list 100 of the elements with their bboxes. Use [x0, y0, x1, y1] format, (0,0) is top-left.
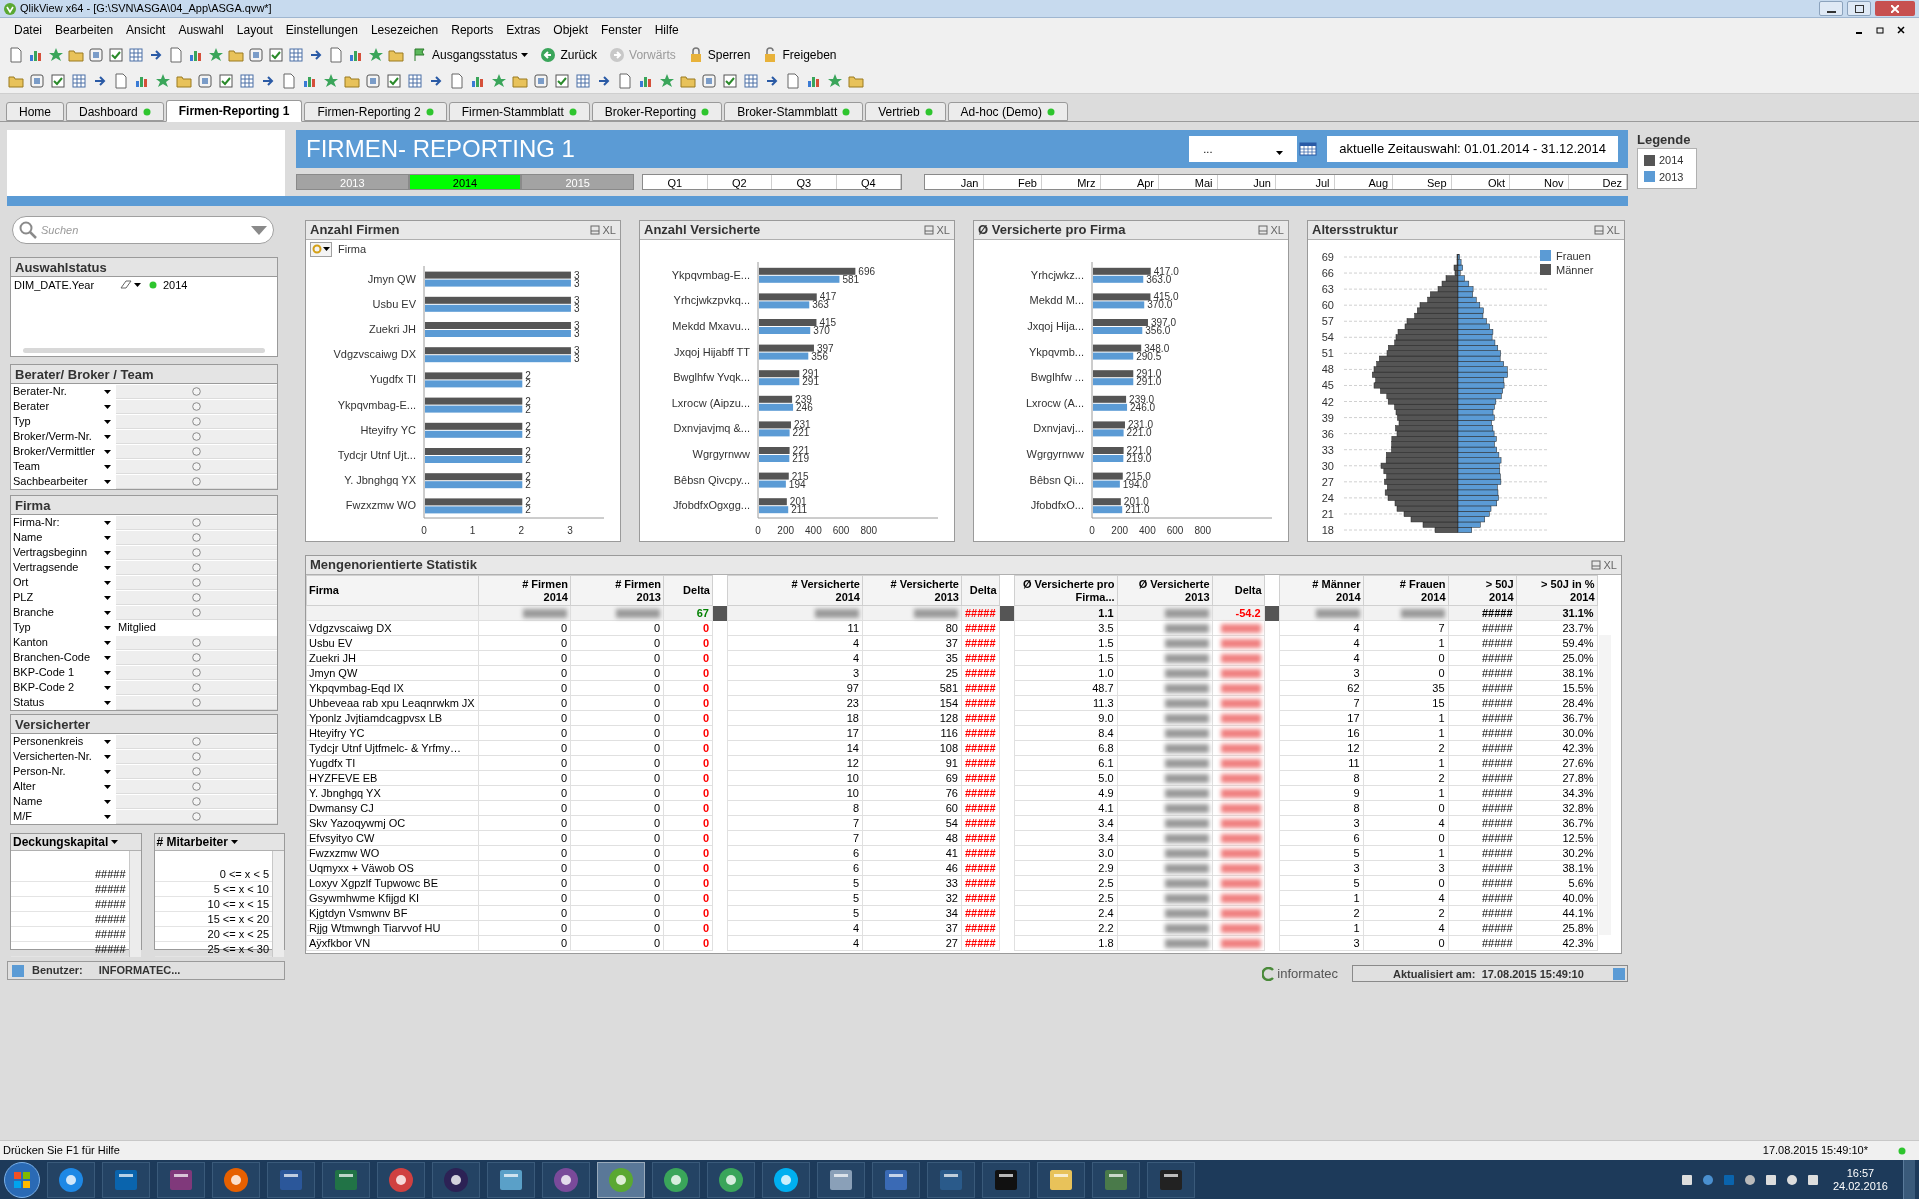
show-desktop-button[interactable]: [1903, 1160, 1915, 1199]
field-value-box[interactable]: [116, 695, 277, 710]
restore-icon[interactable]: [1876, 25, 1884, 35]
column-header[interactable]: # Männer 2014: [1279, 575, 1364, 606]
excel-export-button[interactable]: XL: [936, 221, 950, 239]
column-header[interactable]: # Versicherte 2014: [727, 575, 863, 606]
square-icon[interactable]: [248, 47, 264, 63]
month-button[interactable]: Apr: [1100, 175, 1159, 189]
field-value-box[interactable]: [116, 779, 277, 794]
quarter-button[interactable]: Q2: [707, 175, 772, 189]
star-icon[interactable]: [368, 47, 384, 63]
field-value-box[interactable]: [116, 734, 277, 749]
square-icon[interactable]: [533, 72, 549, 89]
menu-item[interactable]: Reports: [451, 21, 494, 39]
tab[interactable]: Dashboard: [66, 102, 164, 121]
month-button[interactable]: Okt: [1451, 175, 1510, 189]
menu-item[interactable]: Datei: [14, 21, 42, 39]
search-field[interactable]: Suchen: [12, 216, 274, 244]
grid-icon[interactable]: [239, 72, 255, 89]
star-icon[interactable]: [827, 72, 843, 89]
month-button[interactable]: Mai: [1159, 175, 1218, 189]
check-icon[interactable]: [554, 72, 570, 89]
tab[interactable]: Firmen-Reporting 1: [165, 100, 303, 122]
field-value-box[interactable]: [116, 764, 277, 779]
field-value-box[interactable]: [116, 399, 277, 414]
column-header[interactable]: Firma: [306, 575, 479, 606]
taskbar-button[interactable]: [267, 1161, 315, 1198]
square-icon[interactable]: [88, 47, 104, 63]
square-icon[interactable]: [29, 72, 45, 89]
taskbar-button[interactable]: [542, 1161, 590, 1198]
column-header[interactable]: > 50J in % 2014: [1516, 575, 1598, 606]
close-button[interactable]: [1875, 1, 1915, 16]
field-value-box[interactable]: [116, 809, 277, 824]
field-value-box[interactable]: [116, 590, 277, 605]
grid-icon[interactable]: [71, 72, 87, 89]
quarter-button[interactable]: Q4: [836, 175, 901, 189]
menu-item[interactable]: Fenster: [601, 21, 642, 39]
taskbar-button[interactable]: [597, 1161, 645, 1198]
column-header[interactable]: Ø Versicherte pro Firma...: [1014, 575, 1118, 606]
taskbar-button[interactable]: [872, 1161, 920, 1198]
taskbar-button[interactable]: [212, 1161, 260, 1198]
taskbar-button[interactable]: [1092, 1161, 1140, 1198]
square-icon[interactable]: [365, 72, 381, 89]
check-icon[interactable]: [722, 72, 738, 89]
start-button[interactable]: [4, 1161, 40, 1198]
grid-icon[interactable]: [407, 72, 423, 89]
menu-item[interactable]: Extras: [506, 21, 541, 39]
field-value-box[interactable]: [116, 545, 277, 560]
toolbar-button[interactable]: Ausgangsstatus: [408, 45, 533, 65]
menu-item[interactable]: Bearbeiten: [55, 21, 114, 39]
column-header[interactable]: Delta: [663, 575, 713, 606]
list-value[interactable]: #####: [11, 942, 129, 957]
tab[interactable]: Firmen-Stammblatt: [448, 102, 590, 121]
star-icon[interactable]: [155, 72, 171, 89]
column-header[interactable]: Delta: [1212, 575, 1265, 606]
column-header[interactable]: # Versicherte 2013: [862, 575, 962, 606]
cycle-button[interactable]: [310, 241, 332, 257]
month-button[interactable]: Feb: [983, 175, 1042, 189]
check-icon[interactable]: [386, 72, 402, 89]
star-icon[interactable]: [208, 47, 224, 63]
tab[interactable]: Home: [6, 102, 64, 121]
taskbar-button[interactable]: [102, 1161, 150, 1198]
field-value-box[interactable]: [116, 794, 277, 809]
square-icon[interactable]: [197, 72, 213, 89]
date-dropdown[interactable]: ...: [1189, 136, 1298, 162]
month-button[interactable]: Dez: [1568, 175, 1627, 189]
menu-item[interactable]: Auswahl: [178, 21, 224, 39]
month-button[interactable]: Jun: [1217, 175, 1276, 189]
close-icon[interactable]: [1897, 25, 1905, 35]
print-icon[interactable]: [1590, 560, 1601, 570]
field-value-box[interactable]: [116, 444, 277, 459]
list-value[interactable]: #####: [11, 897, 129, 912]
tab[interactable]: Broker-Reporting: [591, 102, 723, 121]
year-button[interactable]: 2014: [408, 174, 522, 190]
taskbar-button[interactable]: [377, 1161, 425, 1198]
quarter-button[interactable]: Q3: [772, 175, 837, 189]
star-icon[interactable]: [659, 72, 675, 89]
search-input[interactable]: Suchen: [41, 221, 247, 239]
field-value-box[interactable]: [116, 575, 277, 590]
excel-export-button[interactable]: XL: [1603, 556, 1617, 574]
menu-item[interactable]: Lesezeichen: [370, 21, 439, 39]
list-value[interactable]: #####: [11, 912, 129, 927]
field-value-box[interactable]: [116, 459, 277, 474]
taskbar-button[interactable]: [1147, 1161, 1195, 1198]
taskbar-button[interactable]: [322, 1161, 370, 1198]
column-header[interactable]: Ø Versicherte 2013: [1117, 575, 1213, 606]
print-icon[interactable]: [1593, 225, 1604, 235]
column-header[interactable]: # Firmen 2014: [478, 575, 571, 606]
toolbar-button[interactable]: Freigeben: [758, 45, 841, 65]
scrollbar[interactable]: [1598, 635, 1611, 935]
column-header[interactable]: > 50J 2014: [1448, 575, 1517, 606]
maximize-button[interactable]: [1847, 1, 1871, 16]
field-value-box[interactable]: [116, 749, 277, 764]
field-value-box[interactable]: [116, 665, 277, 680]
field-value-box[interactable]: [116, 429, 277, 444]
list-value[interactable]: #####: [11, 867, 129, 882]
column-header[interactable]: # Frauen 2014: [1363, 575, 1449, 606]
taskbar-button[interactable]: [1037, 1161, 1085, 1198]
month-button[interactable]: Mrz: [1042, 175, 1101, 189]
calendar-icon[interactable]: [1299, 142, 1318, 156]
